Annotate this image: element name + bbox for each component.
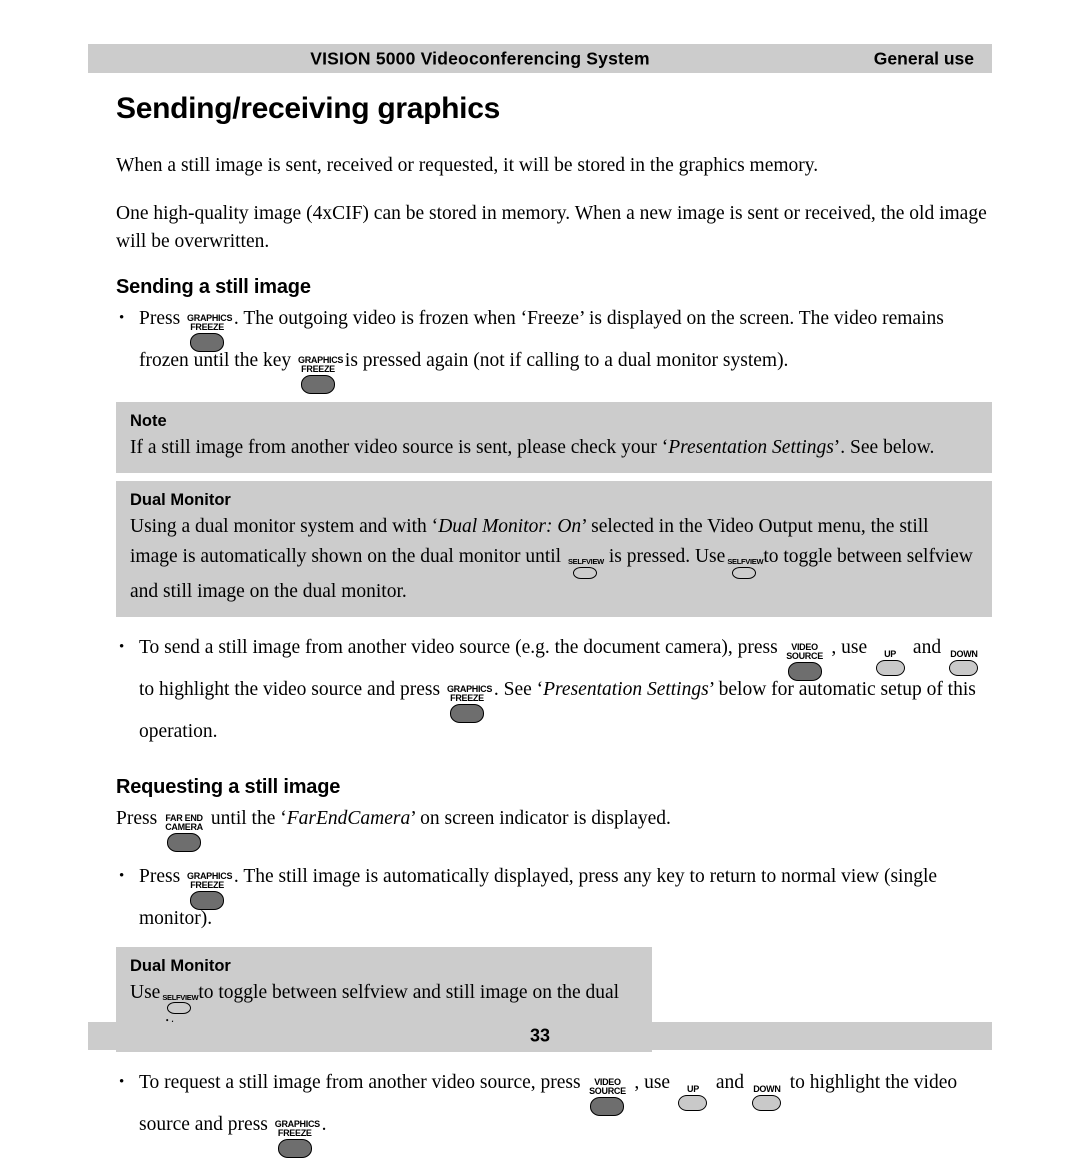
graphics-freeze-key-cap — [190, 890, 225, 910]
page-number: 33 — [529, 1025, 551, 1046]
graphics-freeze-key-icon[interactable]: GRAPHICS FREEZE — [187, 314, 232, 352]
video-source-key-cap — [590, 1097, 625, 1116]
graphics-freeze-key-cap — [277, 1139, 312, 1158]
selfview-key-icon[interactable]: SELFVIEW — [567, 557, 604, 579]
header-section-label: General use — [873, 48, 974, 68]
video-source-key-icon[interactable]: VIDEO SOURCE — [785, 642, 825, 681]
dual-monitor-callout-1: Dual Monitor Using a dual monitor system… — [116, 481, 992, 617]
bullet2-text-b: , use — [831, 636, 868, 658]
graphics-freeze-key-cap — [301, 375, 336, 394]
selfview-key-icon-3[interactable]: SELFVIEW — [162, 992, 199, 1014]
req-b2-text-b: , use — [634, 1072, 671, 1093]
down-key-icon[interactable]: DOWN — [948, 648, 980, 676]
dual2-text-a: Use — [130, 981, 161, 1003]
note-text-a: If a still image from another video sour… — [130, 437, 669, 458]
down-key-label: DOWN — [753, 1084, 781, 1094]
selfview-key-cap — [572, 566, 597, 579]
note-text-b: ’. See below. — [833, 437, 935, 458]
bullet2-text-d: to highlight the video source and press — [139, 678, 441, 700]
req-b2-text-e: . — [321, 1114, 327, 1135]
requesting-intro-line: Press FAR END CAMERA until the ‘FarEndCa… — [116, 804, 992, 852]
bullet-text-a: Press — [139, 308, 181, 329]
selfview-key-label: SELFVIEW — [567, 557, 604, 566]
selfview-key-label: SELFVIEW — [162, 992, 199, 1002]
graphics-freeze-key-icon-5[interactable]: GRAPHICS FREEZE — [274, 1119, 320, 1158]
down-key-icon-2[interactable]: DOWN — [751, 1085, 783, 1111]
bullet-text-c: is pressed again (not if calling to a du… — [344, 350, 789, 371]
video-source-key-label-line2: SOURCE — [786, 650, 823, 661]
selfview-key-label: SELFVIEW — [727, 557, 764, 566]
bullet-sending-freeze: Press GRAPHICS FREEZE . The outgoing vid… — [116, 304, 992, 394]
page-title: Sending/receiving graphics — [116, 92, 500, 125]
header-document-title: VISION 5000 Videoconferencing System — [310, 48, 650, 68]
req-line-a: Press — [116, 807, 158, 829]
dual1-text-a: Using a dual monitor system and with ‘ — [130, 516, 439, 537]
section-heading-sending: Sending a still image — [116, 276, 311, 298]
bullet2-text-a: To send a still image from another video… — [139, 636, 778, 658]
req-line-b: until the ‘ — [210, 807, 287, 829]
video-source-key-icon-2[interactable]: VIDEO SOURCE — [587, 1078, 627, 1116]
req-line-emphasis: FarEndCamera — [286, 807, 411, 829]
far-end-camera-key-label-line2: CAMERA — [165, 821, 203, 832]
graphics-freeze-key-label-line1: GRAPHICS — [274, 1119, 320, 1129]
up-key-label: UP — [687, 1084, 699, 1094]
dual1-text-c: is pressed. Use — [608, 546, 726, 567]
dual-monitor-caption-2: Dual Monitor — [130, 956, 231, 975]
graphics-freeze-key-label-line2: FREEZE — [277, 1128, 312, 1138]
note-text-emphasis: Presentation Settings — [668, 437, 834, 458]
page-header-bar: VISION 5000 Videoconferencing System Gen… — [88, 44, 992, 73]
graphics-freeze-key-icon-4[interactable]: GRAPHICS FREEZE — [187, 871, 232, 910]
bullet2-text-emphasis: Presentation Settings — [543, 678, 709, 700]
graphics-freeze-key-label-line2: FREEZE — [190, 322, 224, 332]
intro-paragraph-2: One high-quality image (4xCIF) can be st… — [116, 203, 987, 252]
req-b2-text-a: To request a still image from another vi… — [139, 1072, 581, 1093]
graphics-freeze-key-cap — [190, 333, 225, 352]
video-source-key-label-line1: VIDEO — [594, 1077, 621, 1087]
down-key-cap — [949, 659, 979, 676]
req-line-c: ’ on screen indicator is displayed. — [410, 807, 671, 829]
bullet2-text-c: and — [912, 636, 942, 658]
video-source-key-cap — [787, 661, 822, 681]
graphics-freeze-key-icon-2[interactable]: GRAPHICS FREEZE — [298, 356, 343, 394]
section-heading-requesting: Requesting a still image — [116, 775, 341, 798]
dual-monitor-text-1: Using a dual monitor system and with ‘Du… — [130, 512, 978, 607]
page-footer-bar: 33 — [88, 1022, 992, 1050]
req-b1-text-a: Press — [139, 865, 181, 887]
page-content: Sending/receiving graphics When a still … — [116, 92, 992, 1166]
intro-paragraph-1: When a still image is sent, received or … — [116, 155, 819, 176]
selfview-key-cap — [167, 1002, 192, 1014]
bullet-requesting-freeze: Press GRAPHICS FREEZE . The still image … — [116, 862, 992, 933]
up-key-cap — [875, 659, 905, 676]
video-source-key-label-line2: SOURCE — [589, 1086, 626, 1096]
graphics-freeze-key-cap — [449, 703, 484, 723]
up-key-cap — [678, 1095, 708, 1111]
note-text: If a still image from another video sour… — [130, 433, 978, 463]
up-key-icon[interactable]: UP — [874, 648, 906, 676]
req-b2-text-c: and — [715, 1072, 744, 1093]
dual1-text-emphasis: Dual Monitor: On — [438, 516, 582, 537]
bullet-requesting-other-source: To request a still image from another vi… — [116, 1068, 992, 1158]
req-b1-text-b: . The still image is automatically displ… — [139, 865, 938, 929]
note-callout: Note If a still image from another video… — [116, 402, 992, 473]
note-caption: Note — [130, 412, 167, 430]
graphics-freeze-key-icon-3[interactable]: GRAPHICS FREEZE — [447, 684, 492, 723]
down-key-label: DOWN — [950, 648, 978, 659]
bullet-sending-other-source: To send a still image from another video… — [116, 633, 992, 746]
graphics-freeze-key-label-line2: FREEZE — [450, 692, 484, 703]
up-key-label: UP — [884, 648, 896, 659]
graphics-freeze-key-label-line2: FREEZE — [301, 364, 335, 374]
far-end-camera-key-icon[interactable]: FAR END CAMERA — [164, 813, 204, 852]
graphics-freeze-key-label-line2: FREEZE — [190, 879, 224, 890]
bullet2-text-e: . See ‘ — [493, 678, 544, 700]
up-key-icon-2[interactable]: UP — [677, 1085, 709, 1111]
down-key-cap — [752, 1095, 782, 1111]
dual-monitor-caption-1: Dual Monitor — [130, 491, 231, 509]
selfview-key-cap — [732, 566, 757, 579]
far-end-camera-key-cap — [167, 832, 202, 852]
selfview-key-icon-2[interactable]: SELFVIEW — [727, 557, 764, 579]
